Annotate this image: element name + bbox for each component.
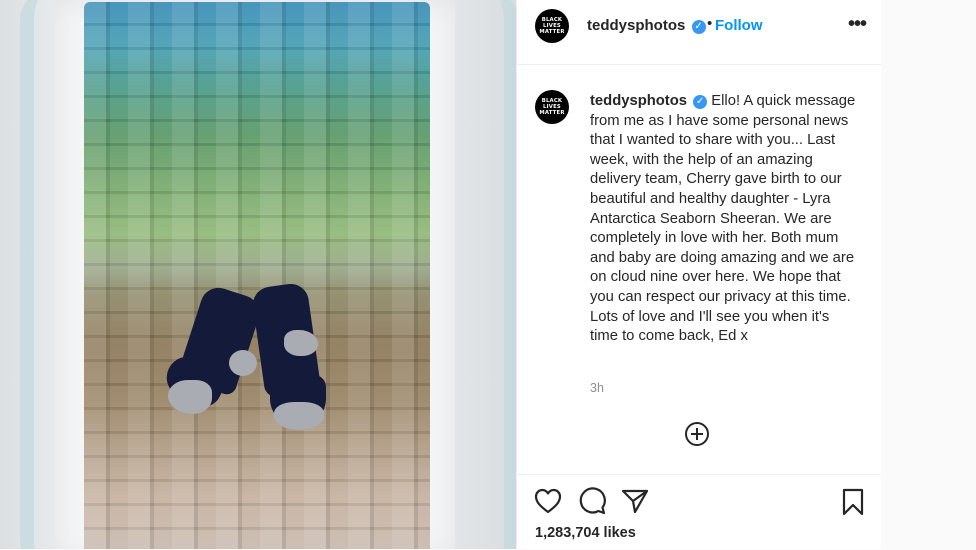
heart-icon[interactable] (534, 488, 562, 514)
bookmark-icon[interactable] (841, 488, 865, 516)
separator-dot: • (707, 15, 713, 32)
username-link[interactable]: teddysphotos ✓ (587, 17, 706, 34)
avatar[interactable]: BLACK LIVES MATTER (535, 9, 569, 43)
post-side-panel: BLACK LIVES MATTER teddysphotos ✓ • Foll… (516, 0, 882, 549)
page-background (881, 0, 976, 549)
caption-username[interactable]: teddysphotos (590, 93, 687, 109)
follow-button[interactable]: Follow (715, 17, 763, 34)
more-options-icon[interactable]: ••• (848, 13, 867, 36)
post-timestamp[interactable]: 3h (590, 381, 604, 395)
sock-heel (229, 350, 257, 376)
action-bar: 1,283,704 likes (517, 474, 882, 550)
add-comment-icon[interactable] (685, 422, 709, 446)
caption-text: teddysphotos ✓ Ello! A quick message fro… (590, 92, 858, 347)
avatar-text: MATTER (539, 29, 565, 35)
sock-heel (284, 330, 318, 356)
verified-badge-icon: ✓ (691, 20, 706, 34)
verified-badge-icon: ✓ (693, 95, 708, 109)
post-photo[interactable] (0, 0, 516, 549)
sock-toe (168, 380, 212, 414)
avatar-text: MATTER (539, 110, 565, 116)
post-header: BLACK LIVES MATTER teddysphotos ✓ • Foll… (517, 0, 882, 65)
username[interactable]: teddysphotos (587, 17, 685, 34)
knitted-blanket (84, 2, 430, 549)
avatar[interactable]: BLACK LIVES MATTER (535, 90, 569, 124)
sock-toe (274, 402, 324, 430)
caption-body: Ello! A quick message from me as I have … (590, 93, 856, 345)
likes-count[interactable]: 1,283,704 likes (535, 525, 636, 541)
comment-icon[interactable] (578, 487, 606, 515)
share-icon[interactable] (621, 488, 649, 514)
